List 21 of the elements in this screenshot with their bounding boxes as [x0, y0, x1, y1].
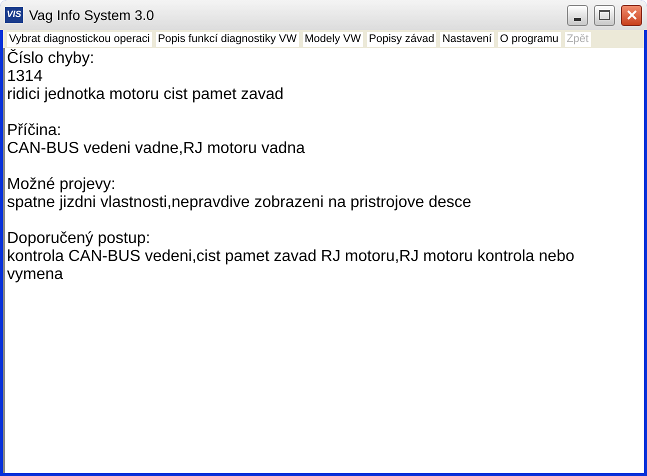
- section-heading: Doporučený postup:: [7, 230, 152, 248]
- menu-item[interactable]: Modely VW: [302, 32, 363, 46]
- section-text: ridici jednotka motoru cist pamet zavad: [7, 86, 285, 104]
- menu-item[interactable]: O programu: [498, 32, 561, 46]
- menu-item[interactable]: Popis funkcí diagnostiky VW: [156, 32, 299, 46]
- section-heading: Příčina:: [7, 122, 62, 140]
- section-heading: Číslo chyby:: [7, 50, 96, 68]
- minimize-button[interactable]: [567, 4, 588, 26]
- section-text: CAN-BUS vedeni vadne,RJ motoru vadna: [7, 140, 306, 158]
- app-logo-icon: VIS: [5, 7, 23, 23]
- menu-item[interactable]: Vybrat diagnostickou operaci: [7, 32, 152, 46]
- section-heading: Možné projevy:: [7, 176, 116, 194]
- section-text: 1314: [7, 68, 44, 86]
- section-text: kontrola CAN-BUS vedeni,cist pamet zavad RJ motoru,RJ motoru kontrola nebo vymena: [7, 248, 576, 284]
- close-button[interactable]: [621, 4, 642, 26]
- maximize-button[interactable]: [594, 4, 615, 26]
- section-text: spatne jizdni vlastnosti,nepravdive zobrazeni na pristrojove desce: [7, 194, 472, 212]
- menu-item[interactable]: Nastavení: [440, 32, 494, 46]
- menu-item[interactable]: Popisy závad: [366, 32, 436, 46]
- close-icon: [626, 9, 638, 21]
- window-title: Vag Info System 3.0: [29, 6, 156, 25]
